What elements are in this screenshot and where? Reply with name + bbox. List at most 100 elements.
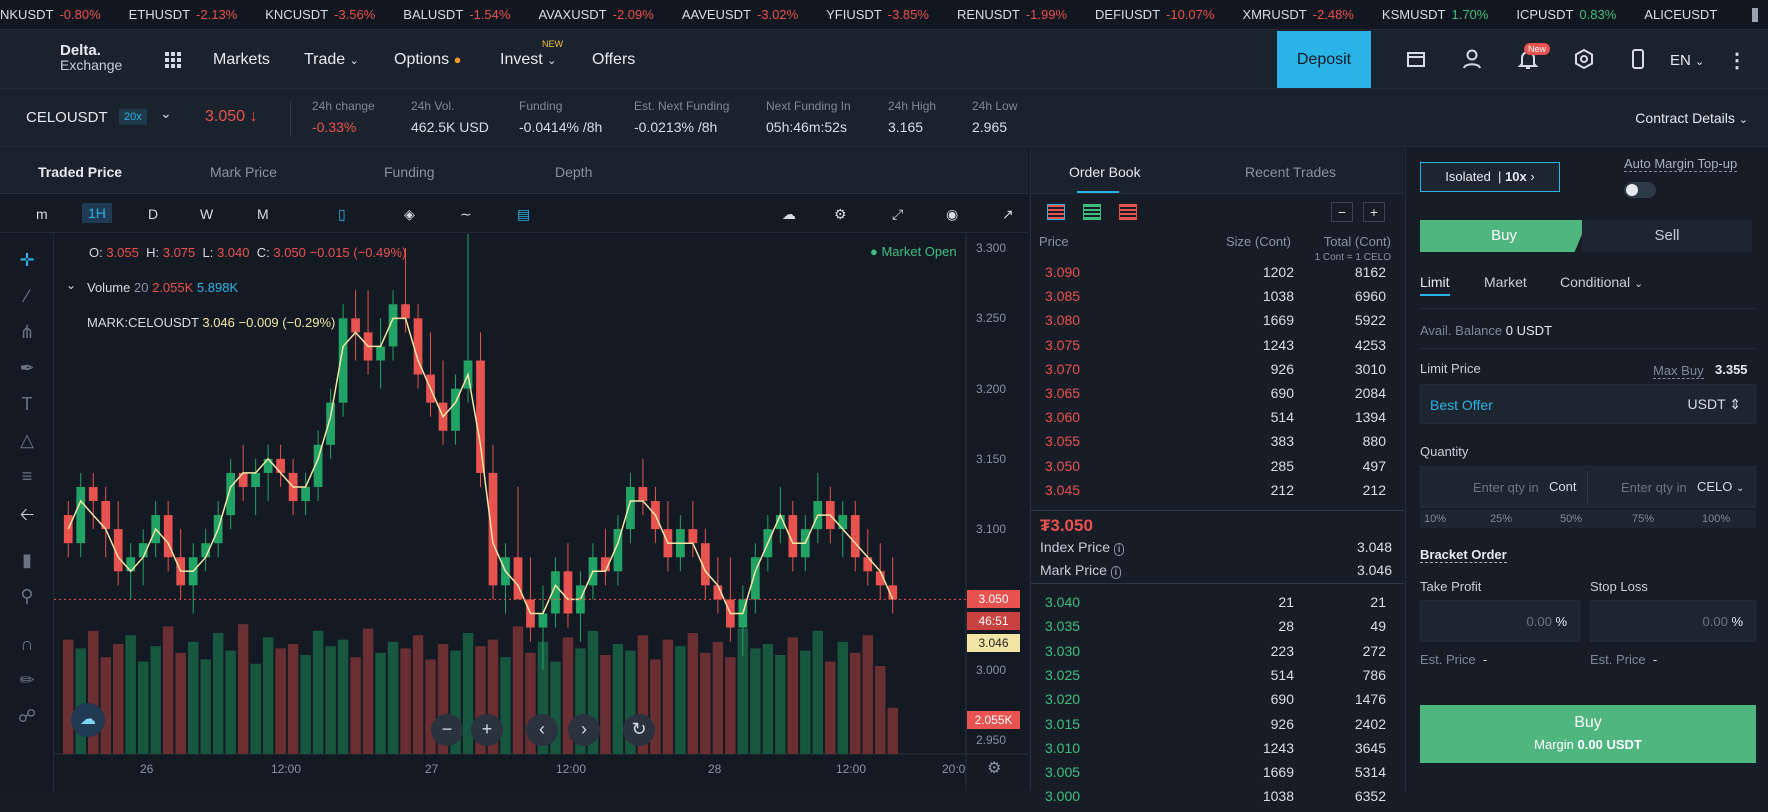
view-asks-icon[interactable] (1119, 204, 1137, 220)
brush-icon[interactable]: ✒ (15, 358, 39, 382)
increase-precision-button[interactable]: + (1363, 202, 1385, 222)
nav-markets[interactable]: Markets (213, 51, 270, 69)
nav-offers[interactable]: Offers (592, 51, 635, 69)
measure-lines-icon[interactable]: ≡ (15, 466, 39, 490)
qty-unit-celo-select[interactable]: CELO ⌄ (1697, 479, 1744, 494)
quantity-percent-option[interactable]: 100% (1702, 513, 1730, 525)
bid-row[interactable]: 3.005 1669 5314 (1031, 764, 1404, 788)
wallet-icon[interactable] (1405, 48, 1427, 70)
zoom-in-icon[interactable]: ⚲ (15, 586, 39, 610)
bid-row[interactable]: 3.035 28 49 (1031, 618, 1404, 642)
timeframe-week[interactable]: W (200, 206, 213, 222)
nav-options[interactable]: Options ● (394, 51, 461, 69)
order-type-market[interactable]: Market (1484, 274, 1527, 290)
language-select[interactable]: EN ⌄ (1670, 52, 1704, 69)
ask-row[interactable]: 3.070 926 3010 (1031, 361, 1404, 385)
mobile-icon[interactable] (1627, 48, 1649, 70)
take-profit-input[interactable]: 0.00 % (1420, 600, 1580, 642)
bid-row[interactable]: 3.030 223 272 (1031, 643, 1404, 667)
order-type-conditional[interactable]: Conditional ⌄ (1560, 274, 1643, 290)
scroll-left-button[interactable]: ‹ (526, 714, 558, 746)
nav-invest[interactable]: Invest ⌄ (500, 51, 556, 69)
symbol-selector[interactable]: CELOUSDT (26, 109, 108, 126)
tradingview-logo-icon[interactable]: ☁ (71, 703, 105, 737)
bid-row[interactable]: 3.020 690 1476 (1031, 691, 1404, 715)
tab-recent-trades[interactable]: Recent Trades (1245, 164, 1336, 180)
chevron-down-icon[interactable]: ⌄ (160, 105, 172, 122)
tab-mark-price[interactable]: Mark Price (210, 164, 277, 180)
zoom-out-button[interactable]: − (431, 714, 463, 746)
text-tool-icon[interactable]: T (15, 394, 39, 418)
camera-icon[interactable]: ◉ (946, 206, 958, 223)
ticker-item[interactable]: KSMUSDT 1.70% (1382, 7, 1488, 22)
compare-icon[interactable]: ∼ (460, 206, 472, 223)
timeframe-1h[interactable]: 1H (82, 203, 112, 223)
ticker-item[interactable]: DEFIUSDT -10.07% (1095, 7, 1214, 22)
ticker-item[interactable]: ALICEUSDT (1644, 7, 1723, 22)
bid-row[interactable]: 3.025 514 786 (1031, 667, 1404, 691)
ask-row[interactable]: 3.085 1038 6960 (1031, 288, 1404, 312)
info-icon[interactable]: i (1113, 543, 1125, 556)
crosshair-icon[interactable]: ✛ (15, 250, 39, 274)
reset-chart-button[interactable]: ↻ (623, 714, 655, 746)
currency-select[interactable]: USDT ⇕ (1688, 396, 1741, 413)
settings-hex-icon[interactable] (1573, 48, 1595, 70)
chart-settings-gear-icon[interactable]: ⚙ (987, 758, 1001, 778)
quantity-input[interactable]: Enter qty in Cont Enter qty in CELO ⌄ (1420, 466, 1756, 508)
order-type-limit[interactable]: Limit (1420, 274, 1450, 290)
quantity-percent-option[interactable]: 75% (1632, 513, 1654, 525)
pitchfork-icon[interactable]: ⋔ (15, 322, 39, 346)
collapse-chevron-icon[interactable]: ⌄ (66, 278, 76, 292)
quantity-percent-option[interactable]: 25% (1490, 513, 1512, 525)
decrease-precision-button[interactable]: − (1331, 202, 1353, 222)
quantity-percent-option[interactable]: 10% (1424, 513, 1446, 525)
ticker-item[interactable]: AVAXUSDT -2.09% (538, 7, 653, 22)
ticker-item[interactable]: XMRUSDT -2.48% (1242, 7, 1353, 22)
indicators-icon[interactable]: ◈ (404, 206, 415, 223)
info-icon[interactable]: i (1110, 566, 1122, 579)
margin-mode-button[interactable]: Isolated | 10x › (1420, 162, 1560, 192)
apps-grid-icon[interactable] (165, 52, 181, 68)
ticker-item[interactable]: RENUSDT -1.99% (957, 7, 1067, 22)
timeframe-day[interactable]: D (148, 206, 158, 222)
ticker-item[interactable]: BALUSDT -1.54% (403, 7, 510, 22)
fullscreen-icon[interactable]: ⤢ (892, 206, 903, 223)
ask-row[interactable]: 3.080 1669 5922 (1031, 312, 1404, 336)
cloud-icon[interactable]: ☁ (782, 206, 796, 223)
ask-row[interactable]: 3.060 514 1394 (1031, 409, 1404, 433)
sell-side-button[interactable]: Sell (1582, 220, 1752, 252)
auto-margin-toggle[interactable] (1624, 182, 1656, 198)
bid-row[interactable]: 3.015 926 2402 (1031, 716, 1404, 740)
contract-details-button[interactable]: Contract Details ⌄ (1635, 110, 1748, 126)
best-offer-text[interactable]: Best Offer (1430, 397, 1493, 413)
candle-type-icon[interactable]: ▯ (338, 206, 346, 223)
buy-side-button[interactable]: Buy (1420, 220, 1588, 252)
ticker-item[interactable]: ICPUSDT 0.83% (1516, 7, 1616, 22)
ask-row[interactable]: 3.090 1202 8162 (1031, 264, 1404, 288)
timeframe-minutes[interactable]: m (36, 206, 48, 222)
lock-icon[interactable]: ☍ (15, 706, 39, 730)
ask-row[interactable]: 3.050 285 497 (1031, 458, 1404, 482)
stop-loss-input[interactable]: 0.00 % (1590, 600, 1756, 642)
popout-icon[interactable]: ↗ (1002, 206, 1014, 223)
tab-funding[interactable]: Funding (384, 164, 435, 180)
trendline-icon[interactable]: ∕ (15, 286, 39, 310)
ask-row[interactable]: 3.055 383 880 (1031, 433, 1404, 457)
quantity-percent-option[interactable]: 50% (1560, 513, 1582, 525)
view-bids-icon[interactable] (1083, 204, 1101, 220)
pause-icon[interactable] (1748, 8, 1762, 22)
zoom-in-button[interactable]: + (471, 714, 503, 746)
tab-order-book[interactable]: Order Book (1069, 164, 1141, 180)
place-buy-order-button[interactable]: Buy Margin 0.00 USDT (1420, 705, 1756, 763)
ticker-item[interactable]: YFIUSDT -3.85% (826, 7, 929, 22)
template-icon[interactable]: ▤ (517, 206, 530, 223)
ticker-item[interactable]: ETHUSDT -2.13% (129, 7, 238, 22)
pattern-icon[interactable]: △ (15, 430, 39, 454)
ask-row[interactable]: 3.075 1243 4253 (1031, 337, 1404, 361)
ask-row[interactable]: 3.045 212 212 (1031, 482, 1404, 506)
ruler-icon[interactable]: ▮ (15, 550, 39, 574)
bid-row[interactable]: 3.000 1038 6352 (1031, 788, 1404, 812)
magnet-icon[interactable]: ∩ (15, 634, 39, 658)
more-menu-icon[interactable]: ⋮ (1726, 48, 1748, 72)
pencil-lock-icon[interactable]: ✏ (15, 670, 39, 694)
